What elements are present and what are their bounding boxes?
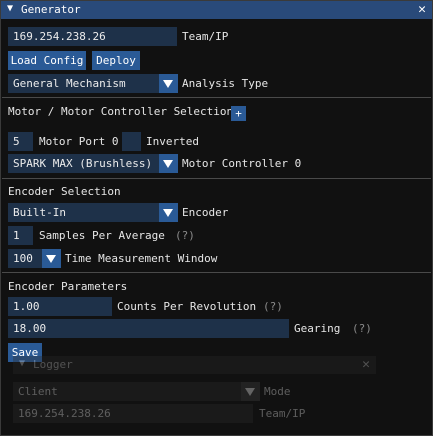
- logger-title: Logger: [33, 358, 73, 371]
- chevron-down-icon[interactable]: [241, 382, 260, 401]
- generator-window: ▼ Generator ✕ 169.254.238.26 Team/IP Loa…: [0, 0, 433, 436]
- inverted-label: Inverted: [146, 135, 199, 148]
- time-window-combo[interactable]: 100: [8, 249, 42, 268]
- samples-per-average-label: Samples Per Average: [39, 229, 165, 242]
- collapse-icon[interactable]: ▼: [7, 3, 13, 14]
- add-motor-button[interactable]: +: [231, 106, 246, 121]
- counts-per-revolution-label: Counts Per Revolution: [117, 300, 257, 313]
- deploy-button[interactable]: Deploy: [92, 51, 140, 70]
- encoder-label: Encoder: [182, 206, 229, 219]
- encoder-section-heading: Encoder Selection: [8, 185, 121, 198]
- gearing-label: Gearing: [294, 322, 341, 335]
- close-icon[interactable]: ✕: [362, 357, 370, 372]
- analysis-type-label: Analysis Type: [182, 77, 269, 90]
- logger-mode-label: Mode: [264, 385, 291, 398]
- gearing-input[interactable]: 18.00: [8, 319, 289, 338]
- samples-help-icon[interactable]: (?): [175, 226, 195, 245]
- window-title: Generator: [21, 3, 81, 16]
- counts-per-revolution-input[interactable]: 1.00: [8, 297, 112, 316]
- logger-team-ip-label: Team/IP: [259, 407, 306, 420]
- analysis-type-combo[interactable]: General Mechanism: [8, 74, 159, 93]
- team-ip-label: Team/IP: [182, 30, 229, 43]
- samples-per-average-input[interactable]: 1: [8, 226, 33, 245]
- encoder-combo[interactable]: Built-In: [8, 203, 159, 222]
- generator-titlebar[interactable]: ▼ Generator ✕: [1, 1, 432, 19]
- collapse-icon[interactable]: ▼: [19, 358, 25, 369]
- chevron-down-icon[interactable]: [159, 203, 178, 222]
- close-icon[interactable]: ✕: [418, 2, 426, 17]
- motor-controller-label: Motor Controller 0: [182, 157, 302, 170]
- logger-mode-combo[interactable]: Client: [13, 382, 241, 401]
- load-config-button[interactable]: Load Config: [8, 51, 86, 70]
- chevron-down-icon[interactable]: [42, 249, 61, 268]
- logger-titlebar[interactable]: ▼ Logger ✕: [13, 356, 376, 374]
- inverted-checkbox[interactable]: [122, 132, 141, 151]
- team-ip-input[interactable]: 169.254.238.26: [8, 27, 177, 46]
- time-window-label: Time Measurement Window: [65, 252, 218, 265]
- motor-controller-combo[interactable]: SPARK MAX (Brushless): [8, 154, 159, 173]
- cpr-help-icon[interactable]: (?): [263, 297, 283, 316]
- separator: [2, 272, 431, 273]
- gearing-help-icon[interactable]: (?): [352, 319, 372, 338]
- encoder-params-heading: Encoder Parameters: [8, 280, 128, 293]
- chevron-down-icon[interactable]: [159, 74, 178, 93]
- separator: [2, 97, 431, 98]
- motor-port-input[interactable]: 5: [8, 132, 33, 151]
- logger-team-ip-input[interactable]: 169.254.238.26: [13, 404, 253, 423]
- chevron-down-icon[interactable]: [159, 154, 178, 173]
- motor-port-label: Motor Port 0: [39, 135, 119, 148]
- motor-section-heading: Motor / Motor Controller Selection: [8, 105, 234, 118]
- separator: [2, 178, 431, 179]
